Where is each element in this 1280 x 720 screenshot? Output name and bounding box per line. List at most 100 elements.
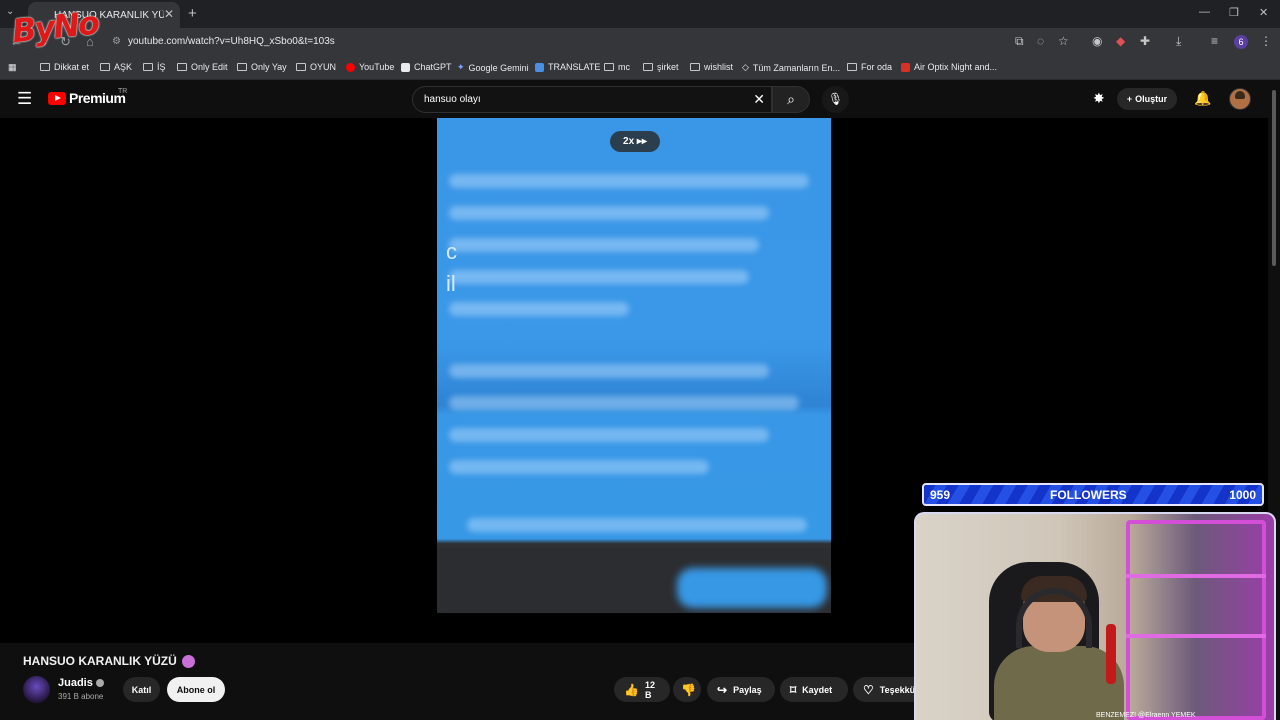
verified-icon	[95, 679, 104, 688]
apps-grid-icon[interactable]: ▦	[8, 62, 17, 73]
playback-speed-badge: 2x ▸▸	[610, 131, 660, 152]
folder-icon	[296, 63, 306, 71]
folder-icon	[100, 63, 110, 71]
search-query: hansuo olayı	[424, 94, 481, 105]
folder-icon	[237, 63, 247, 71]
bookmark-item[interactable]: AŞK	[100, 62, 132, 72]
address-bar[interactable]: youtube.com/watch?v=Uh8HQ_xSbo0&t=103s	[128, 36, 335, 47]
plus-icon: +	[1126, 94, 1133, 104]
subscriber-count: 391 B abone	[58, 692, 104, 701]
youtube-logo-icon[interactable]	[48, 92, 66, 105]
mic-icon: 🎙	[827, 92, 844, 106]
extensions-puzzle-icon[interactable]: ✚	[1140, 34, 1150, 48]
microphone	[1106, 624, 1116, 684]
download-icon[interactable]: ⤓	[1176, 34, 1181, 49]
followers-label: FOLLOWERS	[1050, 488, 1127, 502]
bookmark-item[interactable]: For oda	[847, 62, 892, 72]
shelf	[1126, 520, 1266, 720]
bookmark-item[interactable]: OYUN	[296, 62, 336, 72]
share-arrow-icon: ↪	[717, 682, 728, 697]
restore-icon[interactable]: ❐	[1229, 6, 1239, 19]
folder-icon	[143, 63, 153, 71]
youtube-brand[interactable]: Premium	[69, 90, 126, 106]
join-button[interactable]: Katıl	[123, 677, 160, 702]
webcam-caption: BENZEMEZ! @Elraenn YEMEK	[1096, 712, 1196, 719]
folder-icon	[604, 63, 614, 71]
video-title: HANSUO KARANLIK YÜZÜ	[23, 654, 195, 668]
folder-icon	[40, 63, 50, 71]
region-code: TR	[118, 88, 128, 95]
create-button[interactable]: + Oluştur	[1117, 88, 1177, 110]
notifications-bell-icon[interactable]: 🔔	[1194, 90, 1211, 107]
minimize-icon[interactable]: —	[1199, 6, 1210, 18]
browser-toolbar: ← → ↻ ⌂ ⚙ youtube.com/watch?v=Uh8HQ_xSbo…	[0, 28, 1280, 56]
folder-icon	[177, 63, 187, 71]
browser-tab-bar: ⌄ HANSUO KARANLIK YÜZÜ - YouTube ✕ + — ❐…	[0, 0, 1280, 28]
site-icon: ◇	[742, 62, 749, 72]
scrollbar-thumb[interactable]	[1272, 90, 1276, 266]
install-app-icon[interactable]: ⧉	[1015, 34, 1024, 49]
bookmark-star-icon[interactable]: ☆	[1058, 34, 1069, 48]
extension-red-icon[interactable]: ◆	[1116, 34, 1125, 48]
new-tab-icon[interactable]: +	[188, 5, 197, 22]
youtube-header: ☰ Premium TR hansuo olayı ✕ ⌕ 🎙 ✸ + Oluşt…	[0, 81, 1280, 118]
extension-glasses-icon[interactable]: ◉	[1092, 34, 1102, 48]
profile-avatar[interactable]: 6	[1234, 35, 1248, 49]
thumbs-down-icon: 👎	[681, 682, 696, 697]
bookmark-item[interactable]: wishlist	[690, 62, 733, 72]
translate-icon	[535, 62, 544, 72]
channel-avatar[interactable]	[23, 676, 50, 703]
bookmark-item[interactable]: mc	[604, 62, 630, 72]
subscribe-button[interactable]: Abone ol	[167, 677, 225, 702]
folder-icon	[847, 63, 857, 71]
folder-icon	[690, 63, 700, 71]
browser-menu-icon[interactable]: ⋮	[1260, 34, 1272, 48]
gemini-sparkle-icon[interactable]: ✸	[1093, 90, 1105, 107]
thumbs-up-icon: 👍	[624, 682, 639, 697]
bookmark-item[interactable]: ✦ Google Gemini	[457, 62, 529, 73]
tab-close-icon[interactable]: ✕	[164, 7, 174, 21]
bookmark-icon: ⌑	[790, 682, 797, 697]
gemini-icon: ✦	[457, 62, 465, 72]
streamer-body	[994, 646, 1124, 720]
chatgpt-icon	[401, 62, 410, 72]
bookmark-item[interactable]: Only Yay	[237, 62, 287, 72]
search-input[interactable]: hansuo olayı ✕	[412, 86, 772, 113]
account-avatar[interactable]	[1229, 88, 1251, 110]
save-button[interactable]: ⌑ Kaydet	[780, 677, 848, 702]
bookmark-item[interactable]: YouTube	[346, 62, 394, 72]
video-frame[interactable]	[437, 118, 831, 613]
reading-list-icon[interactable]: ≡	[1211, 34, 1218, 48]
folder-icon	[643, 63, 653, 71]
followers-current: 959	[930, 488, 951, 502]
search-button[interactable]: ⌕	[772, 86, 810, 113]
followers-goal-bar: 959 FOLLOWERS 1000	[922, 483, 1264, 506]
bookmark-item[interactable]: Only Edit	[177, 62, 228, 72]
share-button[interactable]: ↪ Paylaş	[707, 677, 775, 702]
search-icon: ⌕	[787, 91, 795, 107]
youtube-icon	[346, 62, 355, 72]
thanks-heart-icon: ♡	[863, 682, 874, 697]
emoji-icon	[181, 654, 195, 668]
webcam-overlay	[914, 512, 1276, 720]
bookmark-item[interactable]: İŞ	[143, 62, 166, 72]
hide-icon[interactable]: ◌	[1037, 34, 1044, 48]
like-button[interactable]: 👍 12 B	[614, 677, 670, 702]
bookmark-item[interactable]: ChatGPT	[401, 62, 452, 72]
bookmark-item[interactable]: şirket	[643, 62, 679, 72]
hamburger-menu-icon[interactable]: ☰	[17, 89, 32, 109]
bookmark-item[interactable]: Dikkat et	[40, 62, 89, 72]
bookmarks-bar: ▦ Dikkat et AŞK İŞ Only Edit Only Yay OY…	[0, 56, 1280, 80]
clear-search-icon[interactable]: ✕	[753, 91, 765, 108]
bookmark-item[interactable]: ◇ Tüm Zamanların En...	[742, 62, 840, 73]
followers-goal: 1000	[1229, 488, 1256, 502]
channel-name[interactable]: Juadis	[58, 677, 104, 689]
site-icon	[901, 62, 910, 72]
voice-search-button[interactable]: 🎙	[822, 86, 849, 113]
dislike-button[interactable]: 👎	[673, 677, 701, 702]
bookmark-item[interactable]: TRANSLATE	[535, 62, 600, 72]
close-window-icon[interactable]: ✕	[1259, 6, 1268, 19]
site-info-icon[interactable]: ⚙	[112, 36, 121, 47]
video-visible-text: c il	[446, 239, 457, 296]
bookmark-item[interactable]: Air Optix Night and...	[901, 62, 997, 72]
